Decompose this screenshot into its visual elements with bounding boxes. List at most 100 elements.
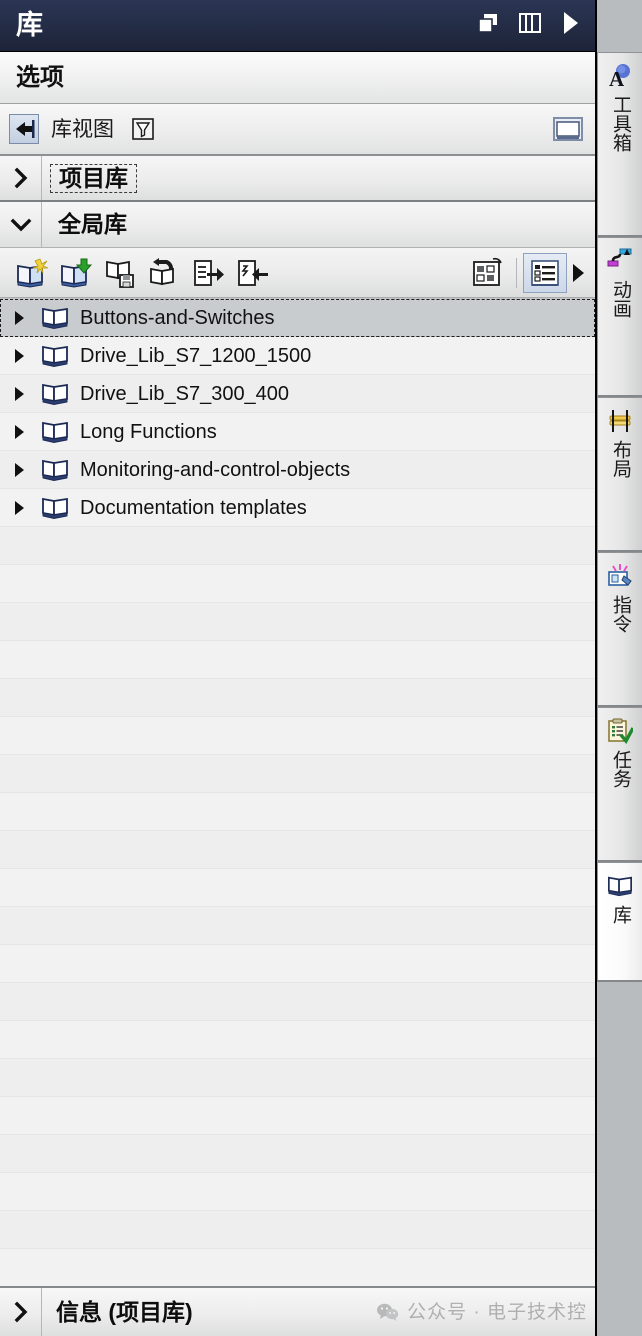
sidebar-tab-label: 布局 [609,440,631,478]
tree-empty-row[interactable] [0,1249,595,1286]
book-icon [42,383,68,405]
library-management-icon [473,257,502,286]
import-library-button[interactable] [230,253,274,293]
section-project-library[interactable]: 项目库 [0,156,595,202]
retrieve-library-button[interactable] [142,253,186,293]
tree-empty-row[interactable] [0,793,595,831]
tree-empty-row[interactable] [0,565,595,603]
tree-empty-row[interactable] [0,679,595,717]
info-bar: 信息 (项目库) 公众号 · 电子技术控 [0,1286,595,1336]
funnel-icon [132,118,154,140]
chevron-right-icon [15,500,24,515]
tree-empty-row[interactable] [0,717,595,755]
sidebar-tab-label: 任务 [609,750,631,788]
export-arrow-icon [194,259,224,286]
panel-titlebar: 库 [0,0,595,52]
library-view-toolbar: 库视图 [0,104,595,156]
global-library-tree[interactable]: Buttons-and-Switches Drive_Lib_S7_1200_1… [0,298,595,1286]
back-arrow-icon [16,120,35,138]
library-toolbar [0,248,595,298]
library-panel-window: 库 选项 库视图 项目库 全局库 Buttons-and-Switches Dr… [0,0,642,1336]
tree-item-label: Buttons-and-Switches [80,307,275,329]
toolbar-overflow-button[interactable] [567,253,589,293]
tree-empty-row[interactable] [0,831,595,869]
info-expand-button[interactable] [0,1288,42,1336]
instructions-icon [608,564,632,586]
tree-expand-toggle[interactable] [0,423,38,441]
sidebar-tab-library[interactable]: 库 [597,862,642,982]
library-management-button[interactable] [466,253,510,293]
tasks-icon [605,716,635,746]
sidebar-tab-animation[interactable]: 动画 [597,237,642,397]
book-new-icon [17,257,49,288]
global-library-label: 全局库 [58,211,127,237]
layout-icon [605,406,635,436]
tree-expand-toggle[interactable] [0,461,38,479]
wechat-icon [377,1303,399,1321]
tree-empty-row[interactable] [0,1021,595,1059]
tree-empty-row[interactable] [0,1059,595,1097]
collapse-panel-icon[interactable] [559,9,581,42]
tree-empty-row[interactable] [0,1135,595,1173]
svg-text:A: A [609,67,625,89]
titlebar-controls [475,9,581,42]
back-button[interactable] [9,114,39,144]
sidebar-tab-toolbox[interactable]: A 工具箱 [597,52,642,237]
tree-empty-row[interactable] [0,527,595,565]
tree-row[interactable]: Buttons-and-Switches [0,299,595,337]
tree-empty-row[interactable] [0,945,595,983]
new-global-library-button[interactable] [10,253,54,293]
chevron-right-icon[interactable] [0,156,42,200]
tree-empty-row[interactable] [0,603,595,641]
panel-view-toggle-button[interactable] [551,114,585,144]
book-icon [42,497,68,519]
open-global-library-button[interactable] [54,253,98,293]
book-undo-icon [150,257,174,285]
tree-expand-toggle[interactable] [0,385,38,403]
tree-expand-toggle[interactable] [0,347,38,365]
float-window-icon[interactable] [475,10,501,41]
right-sidebar: A 工具箱 动画 布局 指令 任务 库 [597,0,642,1336]
sidebar-tab-tasks[interactable]: 任务 [597,707,642,862]
tree-empty-row[interactable] [0,641,595,679]
tree-empty-row[interactable] [0,1173,595,1211]
instructions-icon [605,561,635,591]
animation-icon [607,248,632,267]
sidebar-tab-layout[interactable]: 布局 [597,397,642,552]
chevron-down-icon[interactable] [0,202,42,247]
tree-row[interactable]: Drive_Lib_S7_1200_1500 [0,337,595,375]
tree-empty-row[interactable] [0,869,595,907]
sidebar-filler [597,982,642,1336]
tasks-icon [608,718,633,744]
tree-item-label: Long Functions [80,420,217,443]
save-global-library-button[interactable] [98,253,142,293]
tree-expand-toggle[interactable] [0,309,38,327]
split-columns-icon[interactable] [518,10,542,41]
project-library-label: 项目库 [50,163,137,193]
layout-icon [609,410,631,432]
tree-row[interactable]: Documentation templates [0,489,595,527]
tree-empty-row[interactable] [0,983,595,1021]
tree-expand-toggle[interactable] [0,499,38,517]
book-icon [42,421,68,443]
book-open-green-icon [61,258,93,288]
export-library-button[interactable] [186,253,230,293]
details-list-icon [531,259,559,286]
tree-empty-row[interactable] [0,1211,595,1249]
tree-row[interactable]: Drive_Lib_S7_300_400 [0,375,595,413]
library-icon [608,876,632,897]
filter-button[interactable] [128,114,158,144]
book-icon [38,344,72,368]
book-icon [38,458,72,482]
watermark: 公众号 · 电子技术控 [376,1302,587,1322]
sidebar-tab-instructions[interactable]: 指令 [597,552,642,707]
import-arrow-icon [238,259,268,286]
details-view-button[interactable] [523,252,567,293]
tree-row[interactable]: Long Functions [0,413,595,451]
book-icon [38,420,72,444]
tree-empty-row[interactable] [0,907,595,945]
section-global-library[interactable]: 全局库 [0,202,595,248]
tree-empty-row[interactable] [0,1097,595,1135]
tree-row[interactable]: Monitoring-and-control-objects [0,451,595,489]
tree-empty-row[interactable] [0,755,595,793]
